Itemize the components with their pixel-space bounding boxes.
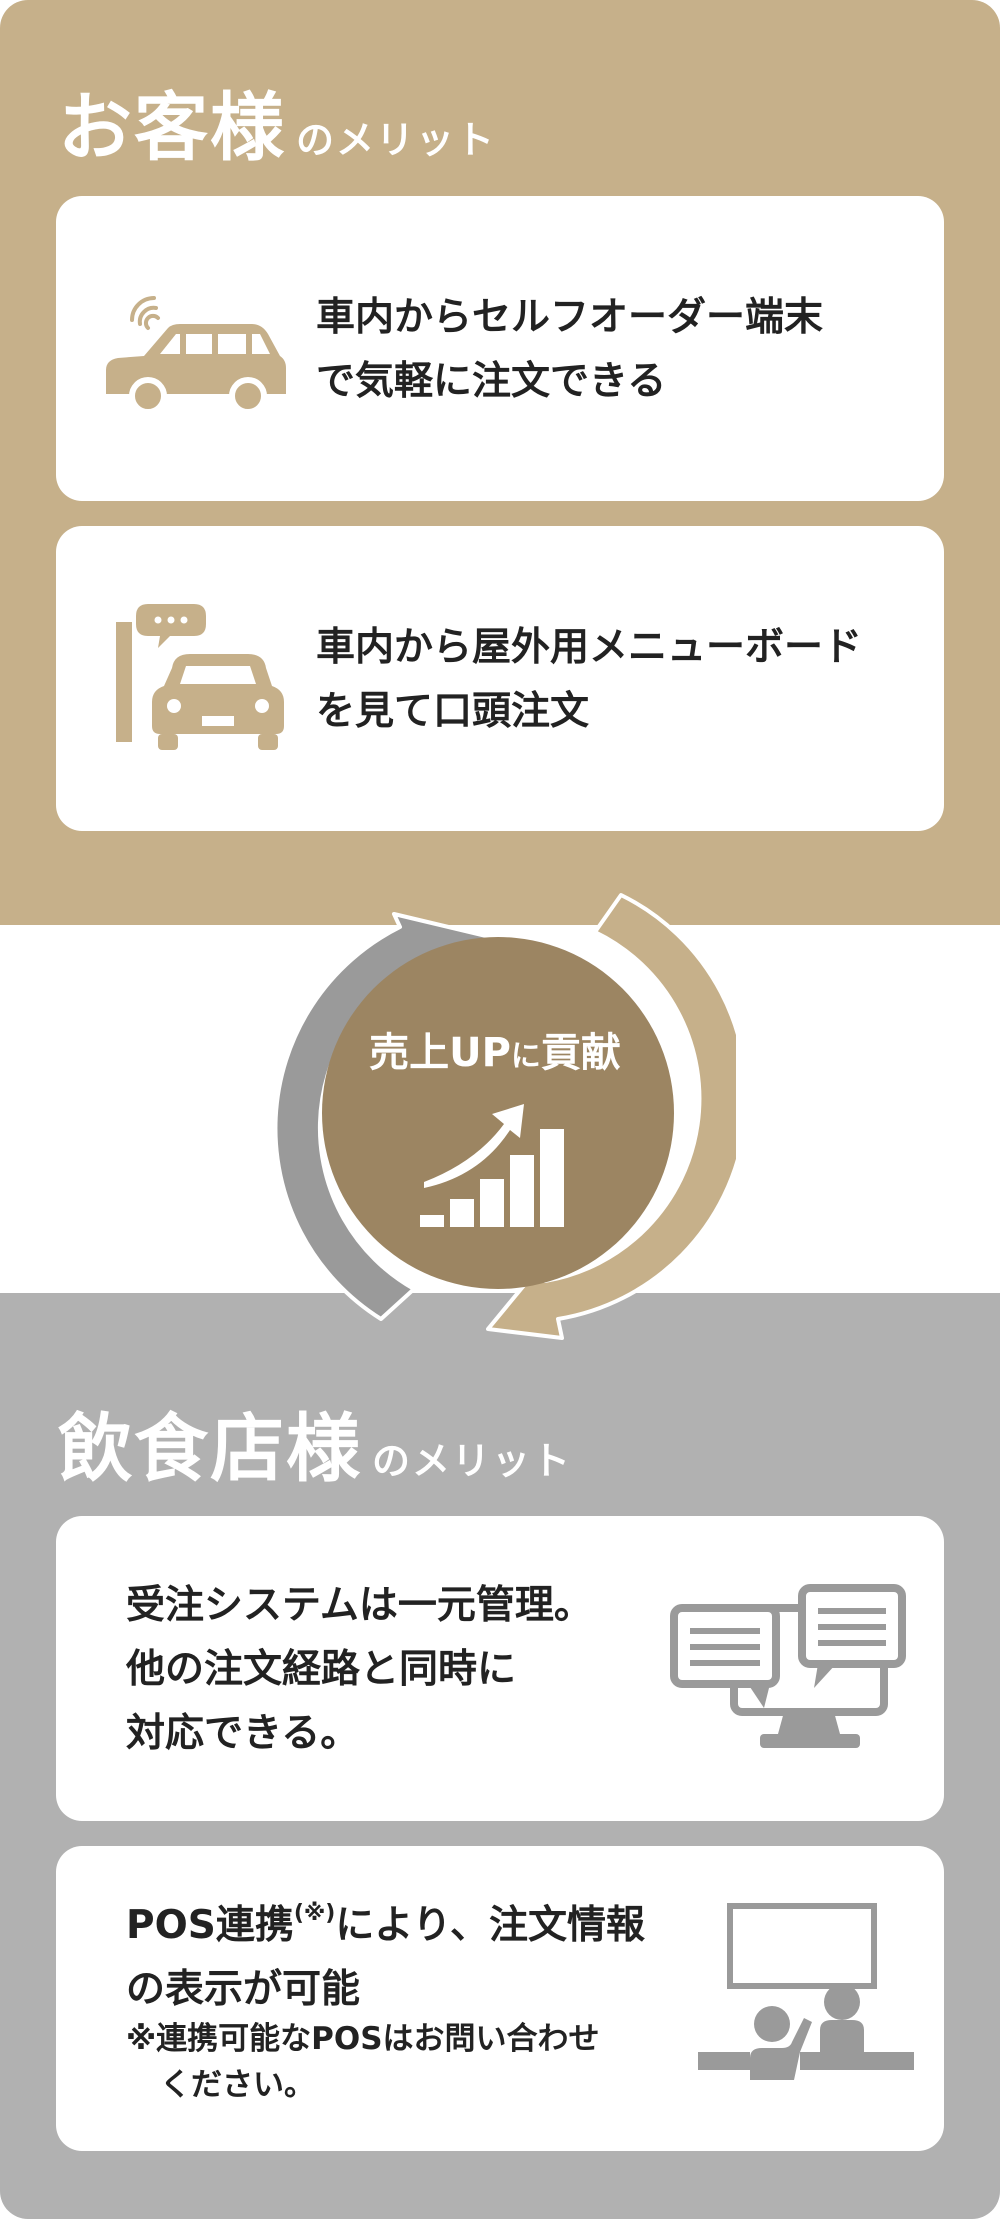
customer-heading: お客様 のメリット	[58, 68, 496, 175]
customer-benefit-card: 車内からセルフオーダー端末 で気軽に注文できる	[56, 196, 944, 501]
restaurant-heading-sub: のメリット	[372, 1439, 573, 1483]
cycle-diagram	[273, 893, 736, 1340]
restaurant-benefits-panel: 飲食店様 のメリット 受注システムは一元管理。 他の注文経路と同時に 対応できる。…	[0, 1293, 1000, 2219]
customer-benefit-text: 車内から屋外用メニューボード を見て口頭注文	[316, 625, 863, 734]
monitor-chat-icon	[670, 1584, 906, 1748]
footnote-mark: (※)	[293, 1901, 336, 1926]
pos-footnote: ※連携可能なPOSはお問い合わせ ください。	[126, 2021, 600, 2103]
car-menu-board-icon	[116, 604, 284, 750]
customer-heading-main: お客様	[58, 85, 286, 171]
customer-benefits-panel: お客様 のメリット 車内からセルフオーダー端末 で気軽に注文できる 車内から屋外…	[0, 0, 1000, 925]
restaurant-benefit-text: 受注システムは一元管理。 他の注文経路と同時に 対応できる。	[126, 1583, 593, 1756]
presentation-icon	[698, 1903, 914, 2080]
sales-up-label: 売上UPに貢献	[369, 1030, 621, 1076]
connected-car-icon	[106, 296, 286, 415]
customer-heading-sub: のメリット	[296, 118, 497, 162]
restaurant-heading: 飲食店様 のメリット	[58, 1389, 572, 1496]
restaurant-benefit-card: POS連携(※)により、注文情報 の表示が可能 ※連携可能なPOSはお問い合わせ…	[56, 1846, 944, 2151]
customer-benefit-card: 車内から屋外用メニューボード を見て口頭注文	[56, 526, 944, 831]
restaurant-benefit-card: 受注システムは一元管理。 他の注文経路と同時に 対応できる。	[56, 1516, 944, 1821]
restaurant-benefit-text: POS連携(※)により、注文情報 の表示が可能	[126, 1901, 645, 2012]
restaurant-heading-main: 飲食店様	[58, 1406, 362, 1492]
customer-benefit-text: 車内からセルフオーダー端末 で気軽に注文できる	[316, 295, 824, 404]
